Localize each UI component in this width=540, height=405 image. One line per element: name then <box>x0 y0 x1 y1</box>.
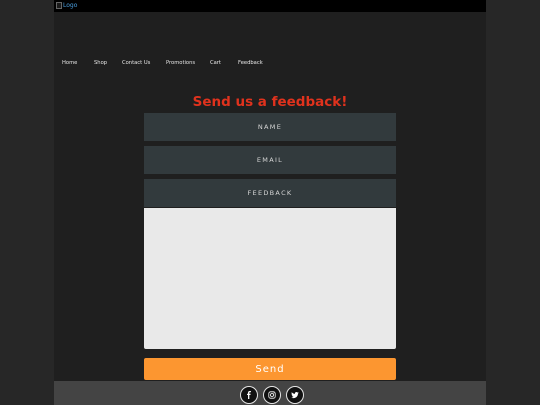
nav-item-shop[interactable]: Shop <box>94 57 107 69</box>
twitter-icon <box>291 392 299 399</box>
feedback-placeholder: FEEDBACK <box>247 189 293 197</box>
broken-image-icon <box>56 2 62 9</box>
footer <box>54 381 486 405</box>
nav-item-promotions[interactable]: Promotions <box>166 57 195 69</box>
facebook-link[interactable] <box>240 386 258 404</box>
page-title: Send us a feedback! <box>192 94 348 110</box>
nav-item-cart[interactable]: Cart <box>210 57 221 69</box>
facebook-icon <box>247 391 251 399</box>
logo-alt-text: Logo <box>63 1 78 9</box>
instagram-link[interactable] <box>263 386 281 404</box>
twitter-link[interactable] <box>286 386 304 404</box>
nav-item-home[interactable]: Home <box>62 57 77 69</box>
email-field[interactable]: EMAIL <box>144 146 396 174</box>
name-field[interactable]: NAME <box>144 113 396 141</box>
name-placeholder: NAME <box>257 123 283 131</box>
nav-item-feedback[interactable]: Feedback <box>238 57 263 69</box>
feedback-field[interactable]: FEEDBACK <box>144 179 396 207</box>
feedback-message-textarea[interactable] <box>144 208 396 349</box>
nav-item-contact-us[interactable]: Contact Us <box>122 57 150 69</box>
logo-link[interactable]: Logo <box>56 1 77 10</box>
send-button[interactable]: Send <box>144 358 396 380</box>
email-placeholder: EMAIL <box>256 156 284 164</box>
send-button-label: Send <box>255 363 285 375</box>
main-nav: Home Shop Contact Us Promotions Cart Fee… <box>54 57 486 69</box>
top-bar: Logo <box>54 0 486 12</box>
page-container: Logo Home Shop Contact Us Promotions Car… <box>54 0 486 405</box>
instagram-icon <box>268 391 276 399</box>
